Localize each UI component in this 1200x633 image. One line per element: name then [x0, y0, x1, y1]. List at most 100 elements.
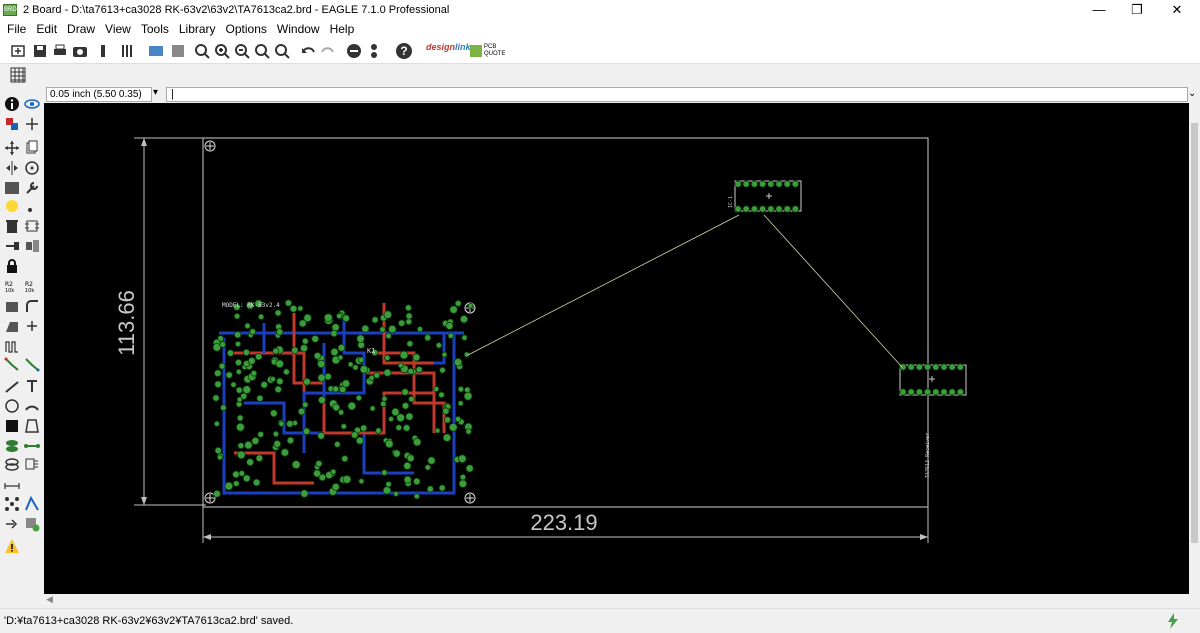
- delete-icon[interactable]: [4, 218, 20, 234]
- pcb-pad: [380, 400, 387, 408]
- menu-library[interactable]: Library: [174, 20, 221, 38]
- lock-icon[interactable]: [4, 258, 20, 274]
- undo-icon[interactable]: [300, 43, 316, 59]
- signal-icon[interactable]: [24, 438, 40, 454]
- circle-icon[interactable]: [4, 398, 20, 414]
- menu-edit[interactable]: Edit: [31, 20, 62, 38]
- pcb-pad: [791, 205, 800, 213]
- polygon-icon[interactable]: [24, 418, 40, 434]
- pcb-pad: [315, 460, 323, 468]
- replace-icon[interactable]: [24, 238, 40, 254]
- pcb-pad: [331, 482, 340, 491]
- attribute-icon[interactable]: [24, 456, 40, 472]
- pcb-pad: [464, 386, 471, 394]
- vertical-scroll-thumb[interactable]: [1191, 123, 1198, 543]
- optimize-icon[interactable]: [24, 318, 40, 334]
- lightning-icon[interactable]: [1166, 613, 1180, 629]
- add-icon[interactable]: [24, 218, 40, 234]
- rect-icon[interactable]: [4, 418, 20, 434]
- schematic-icon[interactable]: [148, 43, 164, 59]
- ratsnest-icon[interactable]: [4, 496, 20, 512]
- pcb-pad: [255, 353, 263, 361]
- command-input[interactable]: |: [166, 87, 1188, 102]
- pcb-pad: [385, 481, 392, 488]
- redraw-icon[interactable]: [254, 43, 270, 59]
- split-icon[interactable]: [4, 318, 20, 334]
- zoom-out-icon[interactable]: [234, 43, 250, 59]
- text-icon[interactable]: [24, 378, 40, 394]
- ulp-icon[interactable]: [120, 43, 136, 59]
- open-icon[interactable]: [10, 43, 26, 59]
- pcb-quote-button[interactable]: PCB QUOTE: [470, 44, 505, 58]
- display-icon[interactable]: [4, 116, 20, 132]
- pcb-pad: [286, 420, 294, 428]
- dot-icon[interactable]: [24, 198, 40, 214]
- errors-warning-icon[interactable]: [4, 538, 20, 554]
- horizontal-scrollbar[interactable]: ◀: [44, 594, 1200, 608]
- menu-view[interactable]: View: [100, 20, 136, 38]
- move-icon[interactable]: [4, 140, 20, 156]
- designlink-button[interactable]: designlink: [426, 42, 471, 52]
- hole-icon[interactable]: [4, 456, 20, 472]
- rotate-icon[interactable]: [24, 160, 40, 176]
- pinswap-icon[interactable]: [4, 238, 20, 254]
- pcb-pad: [458, 454, 467, 463]
- meander-icon[interactable]: [4, 338, 20, 354]
- menu-draw[interactable]: Draw: [62, 20, 100, 38]
- group-icon[interactable]: [4, 180, 20, 196]
- pcb-pad: [273, 440, 282, 448]
- menu-help[interactable]: Help: [325, 20, 360, 38]
- menu-file[interactable]: File: [2, 20, 31, 38]
- paste-icon[interactable]: [4, 198, 20, 214]
- menu-tools[interactable]: Tools: [136, 20, 174, 38]
- mark-icon[interactable]: [24, 116, 40, 132]
- close-button[interactable]: ✕: [1154, 0, 1200, 20]
- change-icon[interactable]: [24, 180, 40, 196]
- grid-icon[interactable]: [10, 67, 26, 83]
- name-icon[interactable]: R210k: [4, 278, 20, 294]
- stop-icon[interactable]: [346, 43, 362, 59]
- command-history-dropdown-icon[interactable]: ⌄: [1188, 88, 1196, 99]
- pcb-pad: [224, 481, 234, 491]
- arc-icon[interactable]: [24, 398, 40, 414]
- save-icon[interactable]: [32, 43, 48, 59]
- route-icon[interactable]: [4, 356, 20, 372]
- miter-icon[interactable]: [24, 298, 40, 314]
- via-icon[interactable]: [4, 438, 20, 454]
- menu-options[interactable]: Options: [221, 20, 272, 38]
- pcb-pad: [454, 300, 462, 307]
- copy-icon[interactable]: [24, 140, 40, 156]
- info-icon[interactable]: [4, 96, 20, 112]
- board-canvas[interactable]: 113.66 223.19 MODEL: RK-63v2.4 K1 IC-1 T…: [44, 103, 1189, 594]
- script-icon[interactable]: [95, 43, 111, 59]
- print-icon[interactable]: [52, 43, 68, 59]
- mirror-icon[interactable]: [4, 160, 20, 176]
- ripup-icon[interactable]: [24, 356, 40, 372]
- cam-icon[interactable]: [72, 43, 88, 59]
- scroll-left-icon[interactable]: ◀: [46, 594, 53, 605]
- pcb-pad: [247, 357, 256, 365]
- coordinate-dropdown-icon[interactable]: ▾: [153, 87, 158, 98]
- menu-window[interactable]: Window: [272, 20, 325, 38]
- erc-icon[interactable]: [24, 516, 40, 532]
- autorouter-icon[interactable]: [24, 496, 40, 512]
- zoom-in-icon[interactable]: [214, 43, 230, 59]
- value-icon[interactable]: R210k: [24, 278, 40, 294]
- dimension-icon[interactable]: [4, 478, 20, 494]
- drc-icon[interactable]: [4, 516, 20, 532]
- pcb-pad: [397, 362, 404, 369]
- pcb-pad: [369, 405, 376, 412]
- vertical-scrollbar[interactable]: [1189, 103, 1200, 594]
- layout-icon[interactable]: [170, 43, 186, 59]
- command-bar: 0.05 inch (5.50 0.35) ▾ | ⌄: [0, 86, 1200, 103]
- redo-icon[interactable]: [320, 43, 336, 59]
- show-icon[interactable]: [24, 96, 40, 112]
- pcb-pad: [280, 448, 290, 457]
- smash-icon[interactable]: [4, 298, 20, 314]
- board-outline: [202, 137, 929, 508]
- go-icon[interactable]: [366, 43, 382, 59]
- wire-icon[interactable]: [4, 378, 20, 394]
- help-icon[interactable]: ?: [396, 43, 412, 59]
- zoom-select-icon[interactable]: [274, 43, 290, 59]
- zoom-fit-icon[interactable]: [194, 43, 210, 59]
